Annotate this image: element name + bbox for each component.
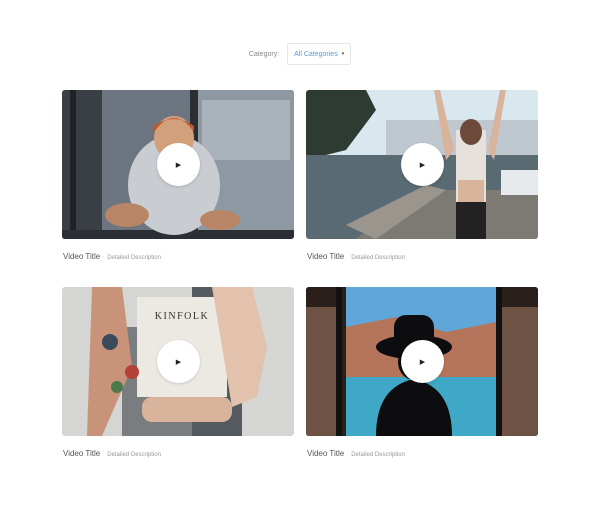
- video-thumbnail[interactable]: ▶: [306, 287, 538, 436]
- category-filter: Category: All Categories ▾: [0, 43, 600, 65]
- video-title[interactable]: Video Title: [63, 449, 100, 458]
- play-icon: ▶: [175, 161, 182, 169]
- play-button[interactable]: ▶: [400, 143, 444, 186]
- play-button[interactable]: ▶: [156, 340, 200, 383]
- video-thumbnail[interactable]: KINFOLK ▶: [62, 287, 294, 436]
- video-description: Detailed Description: [107, 452, 161, 458]
- video-thumbnail[interactable]: ▶: [62, 90, 294, 239]
- video-description: Detailed Description: [351, 452, 405, 458]
- video-description: Detailed Description: [351, 255, 405, 261]
- video-card[interactable]: ▶ Video Title Detailed Description: [306, 287, 538, 458]
- chevron-down-icon: ▾: [341, 51, 345, 57]
- video-card[interactable]: ▶ Video Title Detailed Description: [62, 90, 294, 261]
- play-button[interactable]: ▶: [156, 143, 200, 186]
- play-button[interactable]: ▶: [400, 340, 444, 383]
- video-title[interactable]: Video Title: [307, 252, 344, 261]
- category-select[interactable]: All Categories ▾: [287, 43, 352, 65]
- play-icon: ▶: [419, 358, 426, 366]
- category-label: Category:: [248, 50, 280, 58]
- video-description: Detailed Description: [107, 255, 161, 261]
- video-card[interactable]: KINFOLK ▶ Video Title Detailed Descripti…: [62, 287, 294, 458]
- video-thumbnail[interactable]: ▶: [306, 90, 538, 239]
- category-select-value: All Categories: [294, 50, 338, 58]
- book-title: KINFOLK: [155, 311, 209, 322]
- play-icon: ▶: [175, 358, 182, 366]
- video-title[interactable]: Video Title: [307, 449, 344, 458]
- video-title[interactable]: Video Title: [63, 252, 100, 261]
- video-card[interactable]: ▶ Video Title Detailed Description: [306, 90, 538, 261]
- play-icon: ▶: [419, 161, 426, 169]
